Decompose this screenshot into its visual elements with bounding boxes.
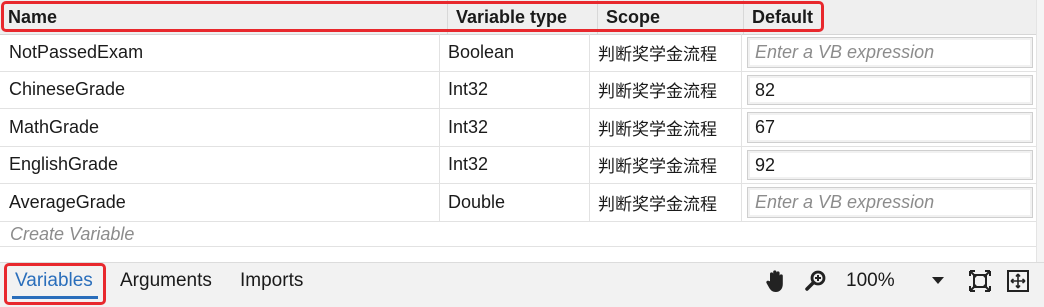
variable-type-cell[interactable]: Int32 <box>440 109 590 146</box>
default-value-input[interactable]: 67 <box>747 112 1033 143</box>
default-value-input[interactable]: Enter a VB expression <box>747 37 1033 68</box>
tab-imports[interactable]: Imports <box>240 263 303 299</box>
vertical-scrollbar[interactable] <box>1036 0 1044 262</box>
table-row[interactable]: NotPassedExam Boolean 判断奖学金流程 Enter a VB… <box>0 34 1036 72</box>
variables-grid-body: NotPassedExam Boolean 判断奖学金流程 Enter a VB… <box>0 34 1036 222</box>
default-value-input[interactable]: 82 <box>747 74 1033 105</box>
default-value-input[interactable]: Enter a VB expression <box>747 187 1033 218</box>
variable-type-cell[interactable]: Double <box>440 184 590 221</box>
column-header-default[interactable]: Default <box>744 0 1036 34</box>
variable-type-cell[interactable]: Boolean <box>440 34 590 71</box>
variable-scope-cell[interactable]: 判断奖学金流程 <box>590 109 742 146</box>
variable-scope-cell[interactable]: 判断奖学金流程 <box>590 184 742 221</box>
variable-name-cell[interactable]: NotPassedExam <box>0 34 440 71</box>
column-header-scope[interactable]: Scope <box>598 0 744 34</box>
fit-to-screen-icon[interactable] <box>966 267 994 295</box>
tab-variables[interactable]: Variables <box>15 263 93 299</box>
variable-default-cell: 82 <box>742 72 1036 109</box>
create-variable-row[interactable]: Create Variable <box>0 222 1036 247</box>
active-tab-indicator <box>12 296 98 299</box>
variable-name-cell[interactable]: MathGrade <box>0 109 440 146</box>
variable-default-cell: Enter a VB expression <box>742 184 1036 221</box>
variable-type-cell[interactable]: Int32 <box>440 146 590 183</box>
variable-default-cell: Enter a VB expression <box>742 34 1036 71</box>
variables-grid-header: Name Variable type Scope Default <box>0 0 1036 35</box>
tab-arguments[interactable]: Arguments <box>120 263 212 299</box>
table-row[interactable]: ChineseGrade Int32 判断奖学金流程 82 <box>0 71 1036 109</box>
column-header-variable-type[interactable]: Variable type <box>448 0 598 34</box>
zoom-dropdown-chevron-icon[interactable] <box>932 277 944 284</box>
variable-name-cell[interactable]: EnglishGrade <box>0 146 440 183</box>
default-value-input[interactable]: 92 <box>747 149 1033 180</box>
variable-scope-cell[interactable]: 判断奖学金流程 <box>590 71 742 108</box>
zoom-level-value[interactable]: 100% <box>846 263 895 299</box>
table-row[interactable]: EnglishGrade Int32 判断奖学金流程 92 <box>0 146 1036 184</box>
expand-full-screen-icon[interactable] <box>1004 267 1032 295</box>
variable-scope-cell[interactable]: 判断奖学金流程 <box>590 34 742 71</box>
variable-name-cell[interactable]: AverageGrade <box>0 184 440 221</box>
zoom-magnifier-icon[interactable] <box>802 267 830 295</box>
variable-type-cell[interactable]: Int32 <box>440 71 590 108</box>
table-row[interactable]: AverageGrade Double 判断奖学金流程 Enter a VB e… <box>0 184 1036 222</box>
variable-default-cell: 92 <box>742 147 1036 184</box>
variable-default-cell: 67 <box>742 109 1036 146</box>
bottom-toolbar: Variables Arguments Imports 100% <box>0 262 1044 307</box>
column-header-name[interactable]: Name <box>0 0 448 34</box>
variables-panel: Name Variable type Scope Default NotPass… <box>0 0 1044 307</box>
table-row[interactable]: MathGrade Int32 判断奖学金流程 67 <box>0 109 1036 147</box>
variable-name-cell[interactable]: ChineseGrade <box>0 71 440 108</box>
variable-scope-cell[interactable]: 判断奖学金流程 <box>590 146 742 183</box>
pan-hand-icon[interactable] <box>762 267 790 295</box>
